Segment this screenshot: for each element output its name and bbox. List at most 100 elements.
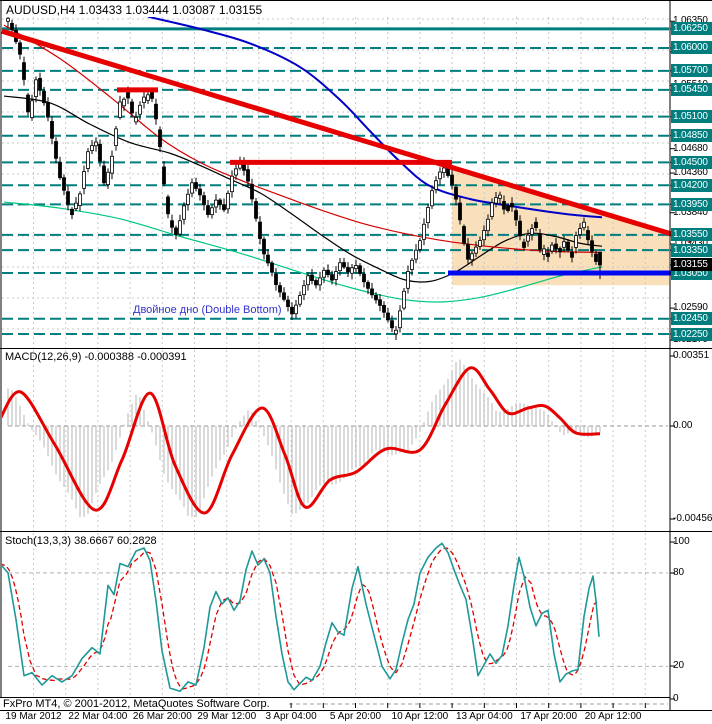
candle-body [6,17,10,22]
candle-body [286,299,290,307]
candle-body [330,274,334,281]
candle-body [174,227,178,235]
candle-body [326,269,330,276]
candle-body [46,101,50,118]
macd-axis-label: 0.00351 [673,350,710,361]
price-level-flag: 1.06250 [671,22,712,36]
candle-body [98,143,102,162]
candle-body [270,262,274,273]
price-level-flag: 1.04500 [671,155,712,169]
time-axis-label: 20 Apr 12:00 [584,711,642,722]
time-axis-label: 22 Mar 04:00 [68,711,128,722]
candle-body [402,290,406,309]
candle-body [486,218,490,232]
candle-body [322,269,326,278]
candle-body [514,210,518,221]
candle-body [362,273,366,283]
candle-body [282,292,286,300]
copyright-label: FxPro MT4, © 2001-2012, MetaQuotes Softw… [0,698,287,710]
price-level-flag: 1.06000 [671,41,712,55]
candle-body [86,151,90,169]
candle-body [358,265,362,274]
candle-body [534,221,538,229]
candle-body [18,42,22,55]
stoch-indicator-label: Stoch(13,3,3) 38.6667 60.2828 [5,535,157,547]
candle-body [594,253,598,262]
candle-body [94,141,98,147]
candle-body [426,207,430,223]
candle-body [202,195,206,206]
candle-body [394,329,398,335]
candle-body [438,171,442,180]
candle-body [310,274,314,281]
candle-body [122,98,126,107]
stoch-axis-label: 20 [673,660,685,671]
candle-body [554,243,558,250]
candle-body [82,171,86,189]
candle-body [262,238,266,255]
candle-body [578,228,582,235]
candle-body [390,320,394,329]
candle-body [382,305,386,313]
candle-body [146,94,150,101]
candle-body [522,241,526,248]
candle-body [446,167,450,176]
candle-body [274,273,278,286]
candle-body [482,230,486,241]
candle-body [102,165,106,184]
candle-body [582,221,586,229]
candle-body [414,249,418,260]
candle-body [430,190,434,207]
candle-body [158,129,162,148]
candle-body [442,167,446,173]
double-bottom-annotation[interactable]: Двойное дно (Double Bottom) [133,304,282,316]
candle-body [254,201,258,219]
macd-indicator-label: MACD(12,26,9) -0.000388 -0.000391 [5,351,187,363]
candle-body [418,240,422,250]
candle-body [498,194,502,199]
candle-body [26,94,30,113]
time-axis-label: 29 Mar 12:00 [197,711,257,722]
macd-axis-label: 0.00 [673,420,693,431]
candle-body [194,182,198,189]
candle-body [558,248,562,253]
time-axis-label: 17 Apr 20:00 [520,711,578,722]
candle-body [422,223,426,240]
candle-body [338,262,342,272]
candle-body [334,271,338,280]
stoch-axis-label: 80 [673,567,685,578]
candle-body [410,259,414,270]
candle-body [214,199,218,208]
candle-body [166,196,170,215]
time-axis-label: 10 Apr 12:00 [391,711,449,722]
candle-body [110,155,114,174]
candle-body [58,161,62,179]
candle-body [138,104,142,115]
candle-body [490,202,494,217]
candle-body [206,205,210,215]
price-level-flag: 1.05700 [671,64,712,78]
candle-body [466,243,470,260]
candle-body [386,312,390,321]
candle-body [350,267,354,274]
time-axis-label: 26 Mar 20:00 [132,711,192,722]
candle-body [510,202,514,208]
candle-body [142,96,146,103]
price-level-flag: 1.05100 [671,110,712,124]
macd-axis-label: -0.00456 [673,513,712,524]
chart-title: AUDUSD,H4 1.03433 1.03444 1.03087 1.0315… [6,3,263,17]
candle-body [38,77,42,91]
candle-body [346,267,350,273]
candle-body [294,304,298,315]
candle-body [518,220,522,237]
candle-body [170,220,174,228]
candle-body [406,271,410,289]
candle-body [154,103,158,120]
time-axis-label: 13 Apr 04:00 [455,711,513,722]
candle-body [54,141,58,159]
candle-body [10,22,14,30]
candle-body [314,280,318,286]
candle-body [134,117,138,123]
candle-body [566,241,570,251]
candle-body [302,285,306,296]
